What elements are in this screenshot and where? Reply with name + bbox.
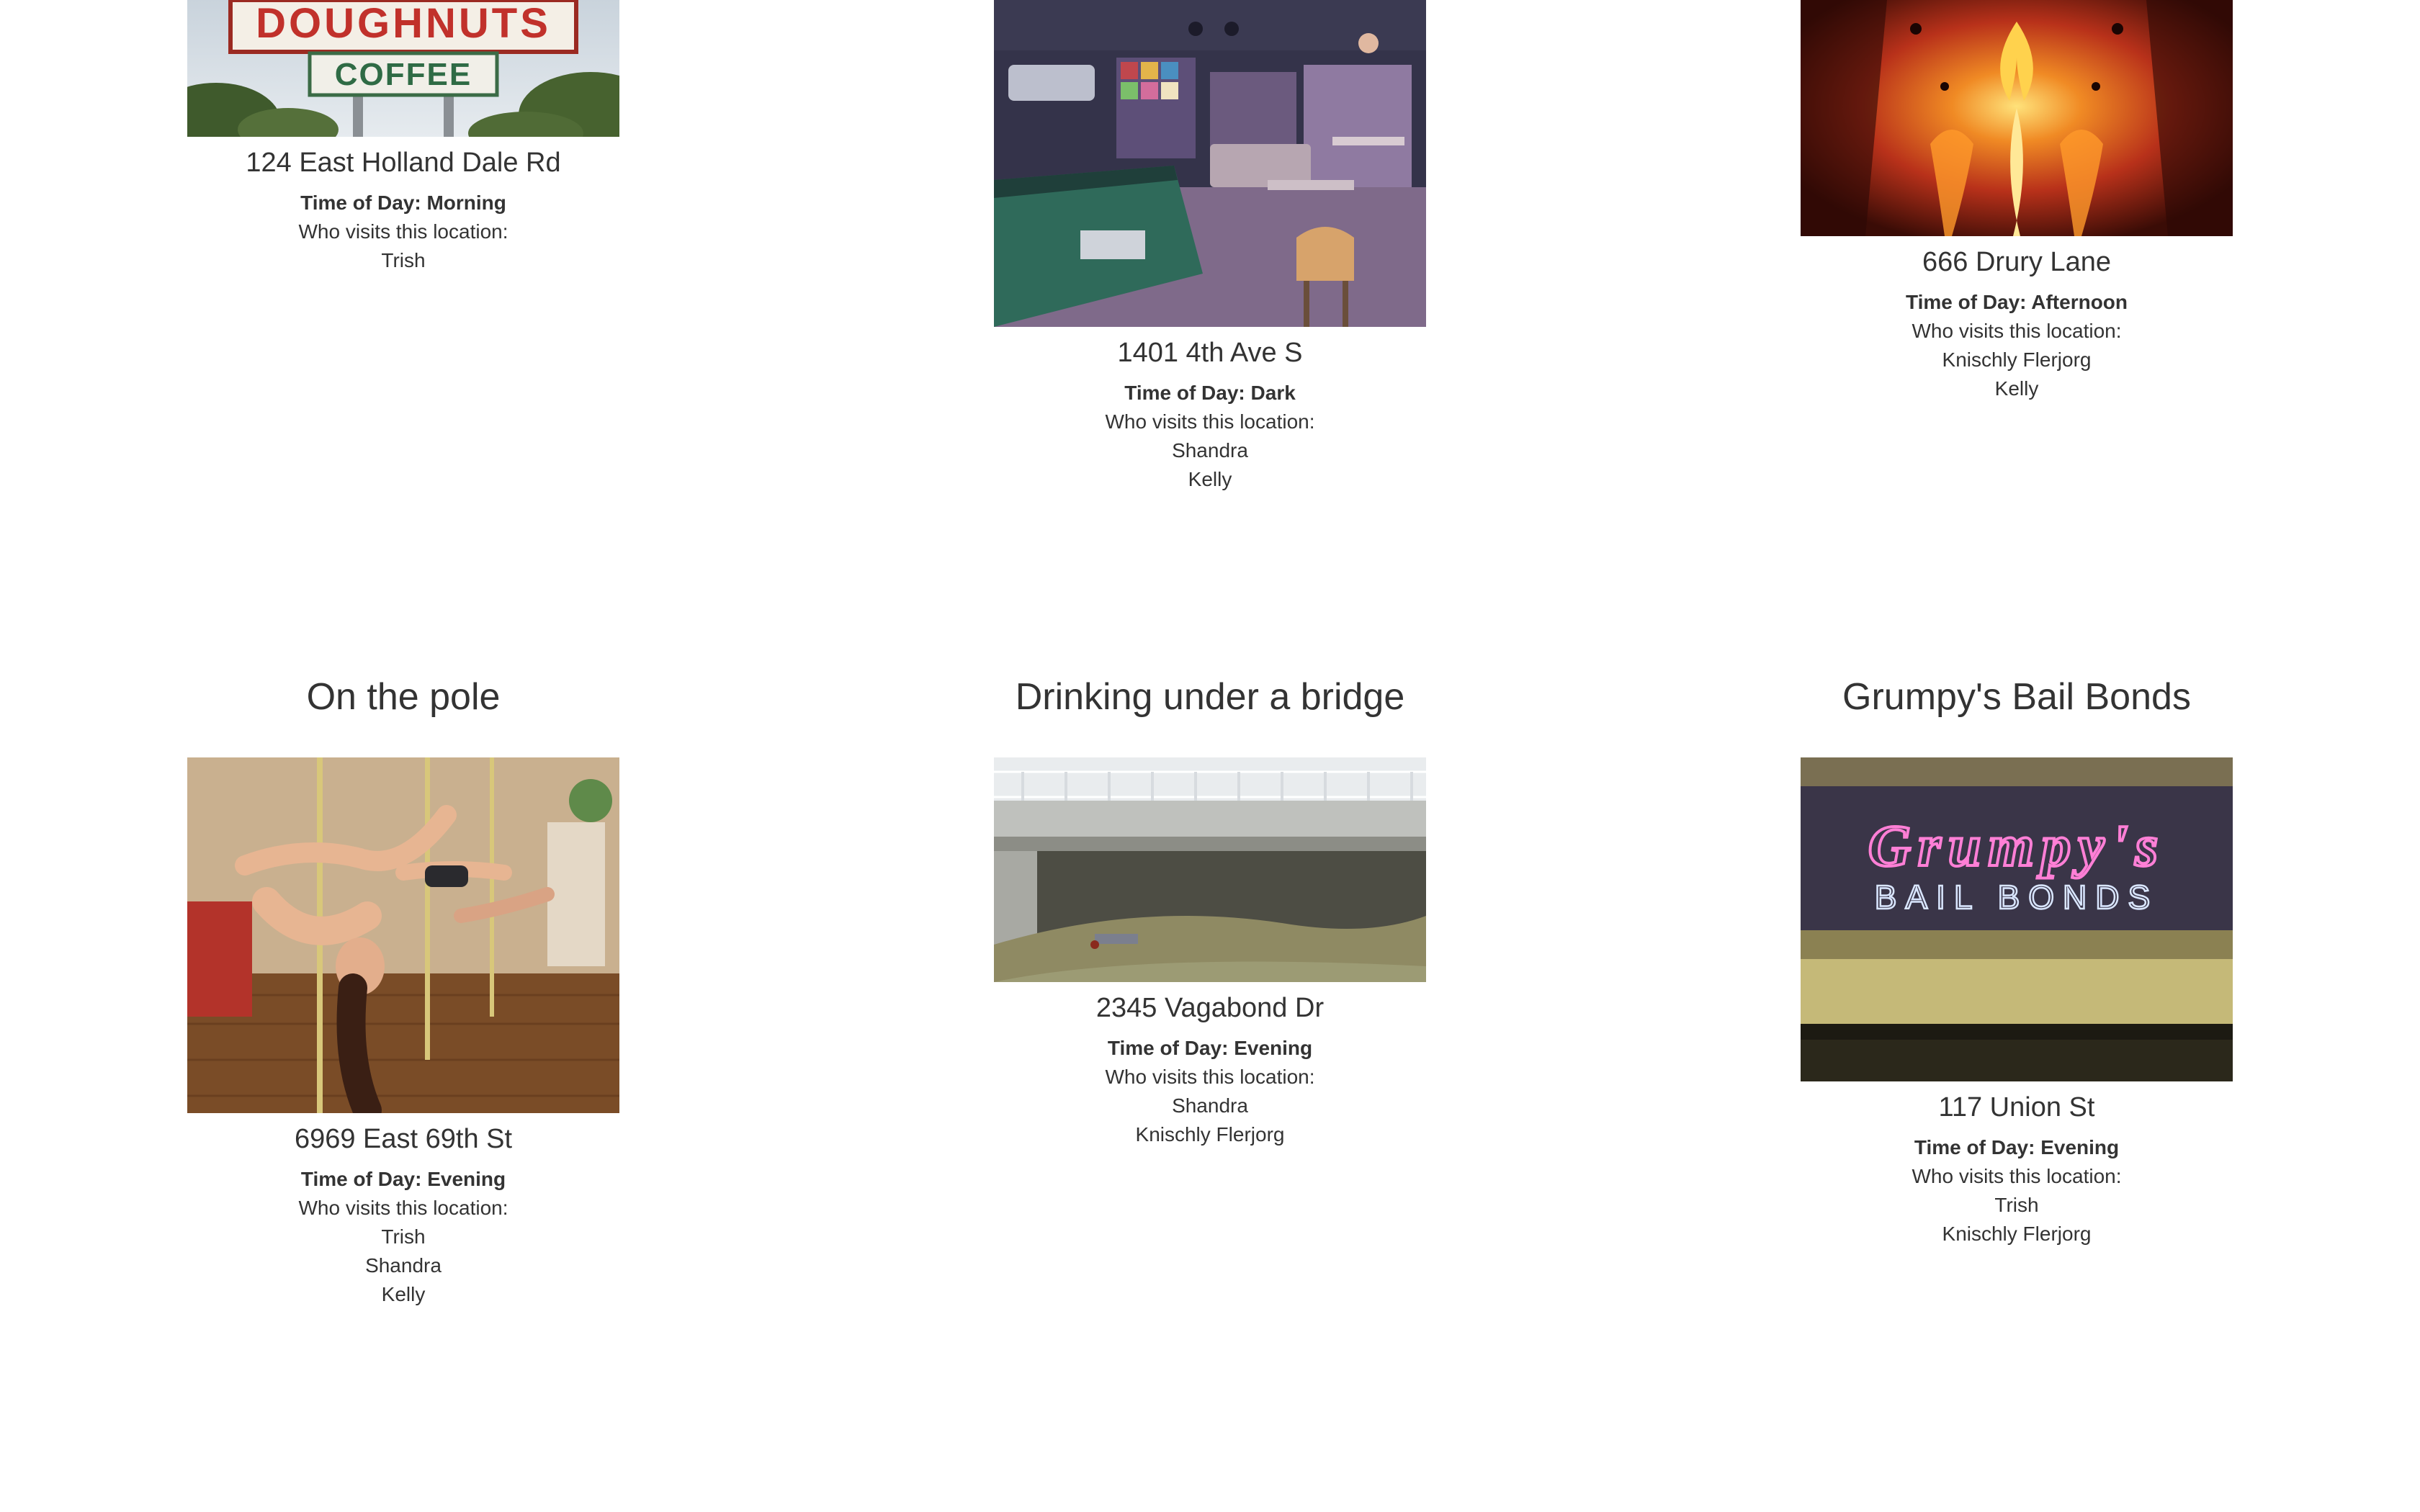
- location-title: Grumpy's Bail Bonds: [1842, 676, 2191, 718]
- visitor-list: Trish: [0, 246, 807, 275]
- visitor-name: Kelly: [381, 1283, 426, 1305]
- visitor-name: Knischly Flerjorg: [1942, 348, 2092, 371]
- visitor-name: Kelly: [1188, 468, 1232, 490]
- visitor-name: Trish: [381, 249, 426, 271]
- location-card: Grumpy's Bail Bonds Grumpy's BAIL BONDS …: [1613, 675, 2420, 1248]
- visitor-name: Trish: [1994, 1194, 2039, 1216]
- sign-text-grumpys: Grumpy's: [1868, 813, 2166, 878]
- location-title: Drinking under a bridge: [1015, 676, 1405, 718]
- location-card: 1401 4th Ave S Time of Day: Dark Who vis…: [807, 0, 1613, 494]
- time-of-day: Time of Day: Evening: [1914, 1136, 2120, 1158]
- location-photo-pool-bar: [994, 0, 1426, 327]
- visitors-label: Who visits this location:: [1912, 320, 2122, 342]
- visitor-name: Knischly Flerjorg: [1942, 1223, 2092, 1245]
- visitors-label: Who visits this location:: [1105, 410, 1315, 433]
- visitor-name: Kelly: [1994, 377, 2039, 400]
- time-of-day: Time of Day: Dark: [1124, 382, 1296, 404]
- visitors-label: Who visits this location:: [1105, 1066, 1315, 1088]
- visitors-label: Who visits this location:: [298, 1197, 508, 1219]
- time-of-day: Time of Day: Evening: [1107, 1037, 1313, 1059]
- location-address: 1401 4th Ave S: [1117, 338, 1303, 368]
- visitor-list: Shandra Kelly: [807, 436, 1613, 494]
- location-address: 2345 Vagabond Dr: [1095, 993, 1325, 1023]
- location-photo-hellfire: [1801, 0, 2233, 236]
- time-of-day: Time of Day: Morning: [300, 192, 506, 214]
- sign-text-doughnuts: DOUGHNUTS: [256, 0, 551, 47]
- visitors-label: Who visits this location:: [1912, 1165, 2122, 1187]
- visitor-list: Trish Knischly Flerjorg: [1613, 1191, 2420, 1248]
- visitor-name: Trish: [381, 1225, 426, 1248]
- visitors-label: Who visits this location:: [298, 220, 508, 243]
- location-card: DOUGHNUTS COFFEE 124 East Holland Dale R…: [0, 0, 807, 275]
- visitor-name: Knischly Flerjorg: [1135, 1123, 1285, 1146]
- visitor-list: Trish Shandra Kelly: [0, 1223, 807, 1309]
- location-photo-bail-bonds-sign: Grumpy's BAIL BONDS: [1801, 757, 2233, 1081]
- visitor-list: Knischly Flerjorg Kelly: [1613, 346, 2420, 403]
- visitor-name: Shandra: [1172, 439, 1248, 462]
- location-photo-doughnut-sign: DOUGHNUTS COFFEE: [187, 0, 619, 137]
- location-card: On the pole 6969 East 69th St Time of Da: [0, 675, 807, 1309]
- visitor-name: Shandra: [365, 1254, 442, 1277]
- sign-text-coffee: COFFEE: [335, 57, 472, 92]
- location-photo-pole-studio: [187, 757, 619, 1113]
- sign-text-bail-bonds: BAIL BONDS: [1875, 878, 2159, 916]
- location-address: 6969 East 69th St: [294, 1124, 513, 1154]
- visitor-list: Shandra Knischly Flerjorg: [807, 1092, 1613, 1149]
- location-card: Drinking under a bridge 2345 Vagabond Dr…: [807, 675, 1613, 1149]
- location-photo-bridge: [994, 757, 1426, 982]
- time-of-day: Time of Day: Evening: [300, 1168, 506, 1190]
- time-of-day: Time of Day: Afternoon: [1905, 291, 2128, 313]
- visitor-name: Shandra: [1172, 1094, 1248, 1117]
- location-address: 124 East Holland Dale Rd: [246, 148, 561, 178]
- location-card: 666 Drury Lane Time of Day: Afternoon Wh…: [1613, 0, 2420, 403]
- location-title: On the pole: [306, 676, 501, 718]
- location-address: 117 Union St: [1938, 1092, 2095, 1122]
- location-address: 666 Drury Lane: [1922, 247, 2111, 277]
